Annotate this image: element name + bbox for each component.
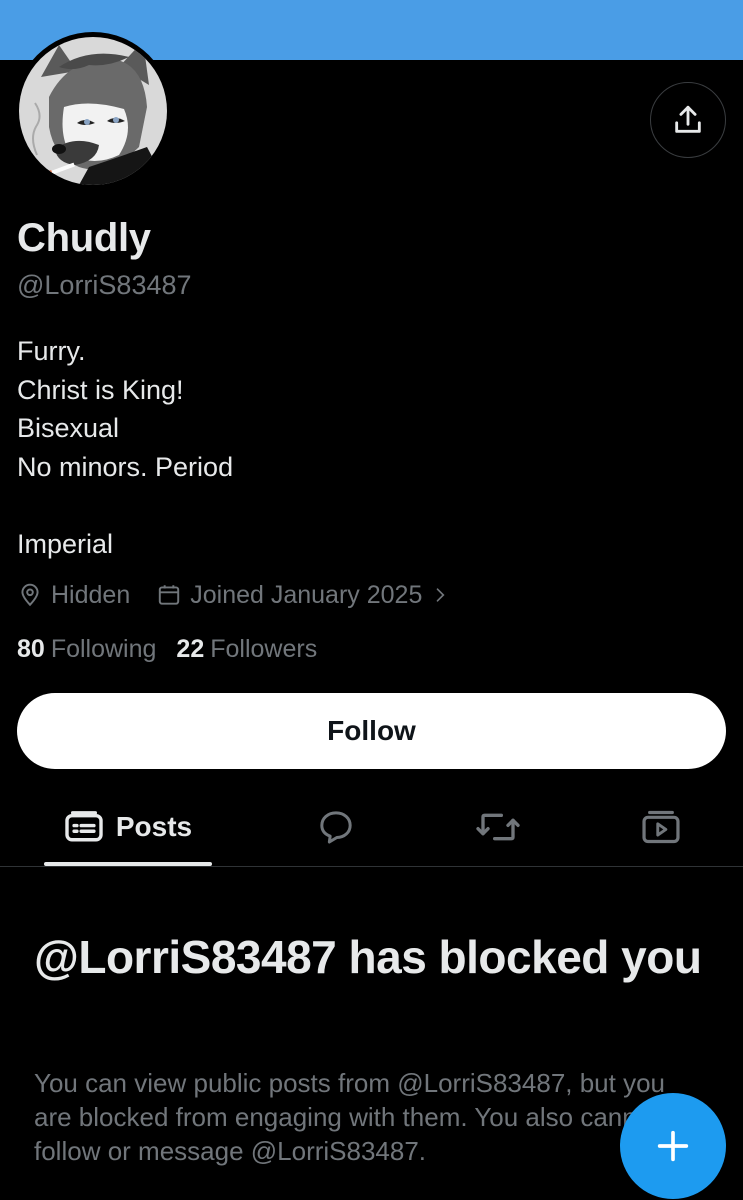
following-label: Following <box>50 634 157 663</box>
location-item: Hidden <box>17 581 130 610</box>
bio-line: Furry. <box>17 336 86 366</box>
posts-icon <box>65 811 103 842</box>
media-video-icon <box>642 810 680 844</box>
display-name: Chudly <box>17 216 151 260</box>
avatar-image <box>19 37 167 185</box>
followers-label: Followers <box>210 634 318 663</box>
profile-page: Chudly @LorriS83487 Furry. Christ is Kin… <box>0 0 743 1200</box>
bio-line: No minors. Period <box>17 451 234 482</box>
tab-reposts[interactable] <box>462 790 534 864</box>
bio-line: Christ is King! <box>17 374 184 405</box>
tab-media[interactable] <box>625 790 697 864</box>
avatar[interactable] <box>14 32 172 190</box>
profile-tabs: Posts <box>0 790 743 868</box>
replies-bubble-icon <box>320 811 352 844</box>
bio-line: Imperial <box>17 528 114 559</box>
blocked-title: @LorriS83487 has blocked you <box>34 931 702 983</box>
bio-line: Bisexual <box>17 413 120 443</box>
share-upload-icon <box>675 105 701 133</box>
reposts-icon <box>476 813 520 841</box>
following-link[interactable]: 80 Following <box>17 635 156 664</box>
follow-button[interactable]: Follow <box>17 693 726 769</box>
plus-icon <box>657 1130 689 1162</box>
tabs-divider <box>0 866 743 867</box>
share-button[interactable] <box>650 82 726 158</box>
compose-fab-button[interactable] <box>620 1093 726 1199</box>
tab-posts-label: Posts <box>115 811 193 842</box>
tab-replies[interactable] <box>300 790 372 864</box>
profile-stats: 80 Following 22 Followers <box>17 630 337 668</box>
followers-link[interactable]: 22 Followers <box>176 635 317 664</box>
profile-bio: Furry. Christ is King! Bisexual No minor… <box>17 332 233 563</box>
chevron-right-icon <box>437 588 445 602</box>
following-count: 80 <box>17 634 45 663</box>
tab-posts[interactable]: Posts <box>44 790 212 864</box>
joined-item[interactable]: Joined January 2025 <box>156 581 458 610</box>
joined-text: Joined January 2025 <box>190 580 423 609</box>
location-text: Hidden <box>51 580 131 609</box>
blocked-description: You can view public posts from @LorriS83… <box>34 1068 666 1166</box>
location-pin-icon <box>21 583 39 607</box>
profile-handle: @LorriS83487 <box>17 270 192 300</box>
calendar-icon <box>159 585 180 605</box>
bio-line <box>17 486 233 525</box>
profile-meta: Hidden Joined January 2025 <box>17 576 458 614</box>
followers-count: 22 <box>176 634 205 663</box>
